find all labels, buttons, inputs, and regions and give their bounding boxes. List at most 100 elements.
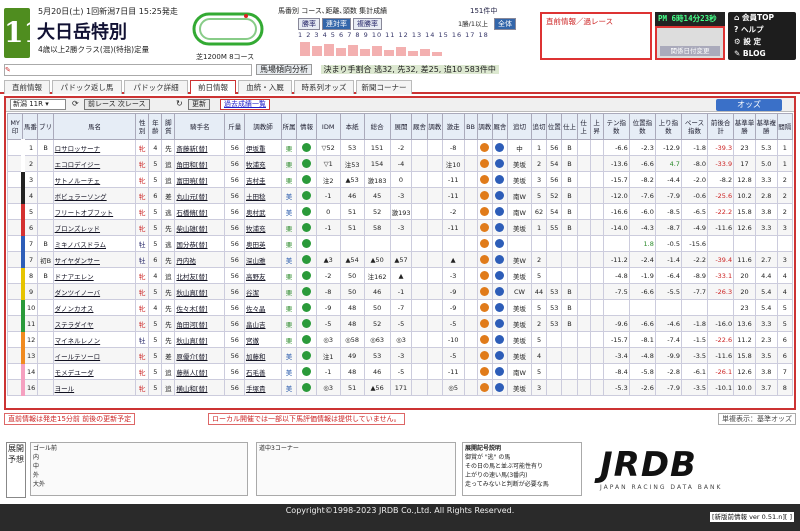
trainer-name[interactable]: 佐々晶	[243, 299, 282, 316]
tab-newspaper[interactable]: 新聞コーナー	[356, 80, 412, 94]
horse-name[interactable]: ロサロッサーナ	[52, 139, 137, 156]
info-box[interactable]: 直前情報／過レース	[540, 12, 652, 60]
my-mark-cell[interactable]	[6, 347, 24, 364]
trainer-name[interactable]: 宮徹	[243, 331, 282, 348]
table-row[interactable]: 4 ボビュラーソング牝 6 差丸山元[替] 56 土田稔美 -1 46 45 -3 -11 南W 5 52…	[6, 187, 794, 204]
table-row[interactable]: 7 B ミキノバスドラム牡 5 逃国分恭[替] 56 奥田英栗 1.8 -0.5 -15.6	[6, 235, 794, 252]
trainer-name[interactable]: 深山雅	[243, 251, 282, 268]
show-rate-button[interactable]: 複勝率	[353, 18, 382, 30]
tab-time-odds[interactable]: 時系列オッズ	[294, 80, 354, 94]
jockey-name[interactable]: 原優介[替]	[174, 347, 226, 364]
horse-name[interactable]: ダノンカオス	[52, 299, 137, 316]
table-row[interactable]: 11 ステラダイヤ牝 5 先角田河[替] 56 畠山吉栗 -5 48 52 -5 -5 美坂 2 53 B -…	[6, 315, 794, 332]
jockey-name[interactable]: 横山和[替]	[174, 379, 226, 396]
date-change-button[interactable]: 関係日付変更	[660, 46, 720, 56]
my-mark-cell[interactable]	[6, 219, 24, 236]
trainer-name[interactable]: 土田稔	[243, 187, 282, 204]
horse-name[interactable]: ステラダイヤ	[52, 315, 137, 332]
horse-name[interactable]: フリートオブフット	[52, 203, 137, 220]
my-mark-cell[interactable]	[6, 363, 24, 380]
trainer-name[interactable]: 石毛善	[243, 363, 282, 380]
tab-pedigree[interactable]: 血統・入厩	[238, 80, 292, 94]
prev-next-button[interactable]: 前レース 次レース	[84, 99, 150, 110]
table-row[interactable]: 3 サトノルーチェ牝 5 追富田暁[替] 56 吉村圭栗注2 ▲53 激183 0 -11 美坂 3 5…	[6, 171, 794, 188]
place-rate-button[interactable]: 連対率	[322, 18, 351, 30]
horse-name[interactable]: エコロデイジー	[52, 155, 137, 172]
table-row[interactable]: 5 フリートオブフット牝 5 逃石橋脩[替] 56 奥村武美 0 51 52 激193 -2 南W 62…	[6, 203, 794, 220]
my-mark-cell[interactable]	[6, 331, 24, 348]
trainer-name[interactable]: 奥田英	[243, 235, 282, 252]
horse-name[interactable]: ミキノバスドラム	[52, 235, 137, 252]
my-mark-cell[interactable]	[6, 251, 24, 268]
jockey-name[interactable]: 石橋脩[替]	[174, 203, 226, 220]
past-results-link[interactable]: 過去成績一覧	[220, 99, 270, 110]
my-mark-cell[interactable]	[6, 379, 24, 396]
horse-name[interactable]: ドナアエレン	[52, 267, 137, 284]
jockey-name[interactable]: 角田和[替]	[174, 155, 226, 172]
my-mark-cell[interactable]	[6, 283, 24, 300]
trainer-name[interactable]: 高野友	[243, 267, 282, 284]
menu-blog[interactable]: ✎ BLOG	[728, 48, 796, 60]
table-row[interactable]: 2 エコロデイジー牝 5 追角田和[替] 56 牧浦充栗 ▽1 注53 154 -4 注10 美坂 2 5…	[6, 155, 794, 172]
horse-name[interactable]: ブロンズレッド	[52, 219, 137, 236]
horse-name[interactable]: マイネルレノン	[52, 331, 137, 348]
jockey-name[interactable]: 斎藤新[替]	[174, 139, 226, 156]
menu-top[interactable]: ⌂ 会員TOP	[728, 12, 796, 24]
table-row[interactable]: 6 ブロンズレッド牝 5 先柴山雄[替] 56 牧浦充栗 -1 51 58 -3 -11 美坂 1 55 B…	[6, 219, 794, 236]
table-row[interactable]: 12 マイネルレノン牡 5 先秋山真[替] 56 宮徹栗 ◎3 ◎58 ◎63 ◎3 -10 美坂 5-…	[6, 331, 794, 348]
table-row[interactable]: 13 イールテソーロ牝 5 差原優介[替] 56 加藤和美注1 49 53 -3 -5 美坂 4 -3.…	[6, 347, 794, 364]
horse-name[interactable]: ヨール	[52, 379, 137, 396]
my-mark-cell[interactable]	[6, 203, 24, 220]
trainer-name[interactable]: 手塚貴	[243, 379, 282, 396]
jockey-name[interactable]: 秋山真[替]	[174, 331, 226, 348]
trainer-name[interactable]: 吉村圭	[243, 171, 282, 188]
my-mark-cell[interactable]	[6, 155, 24, 172]
trainer-name[interactable]: 奥村武	[243, 203, 282, 220]
jockey-name[interactable]: 柴山雄[替]	[174, 219, 226, 236]
horse-name[interactable]: イールテソーロ	[52, 347, 137, 364]
table-row[interactable]: 16 ヨール牝 5 追横山和[替] 56 手塚貴美 ◎3 51 ▲56 171 ◎5 美坂 3 -5.3-…	[6, 379, 794, 396]
horse-name[interactable]: サイヤダンサー	[52, 251, 137, 268]
jockey-name[interactable]: 北村友[替]	[174, 267, 226, 284]
memo-input[interactable]: ✎	[4, 64, 252, 76]
jockey-name[interactable]: 秋山真[替]	[174, 283, 226, 300]
odds-button[interactable]: オッズ	[716, 99, 782, 111]
table-row[interactable]: 7 初B サイヤダンサー牡 6 先丹内祐 56 深山雅美 ▲3 ▲54 ▲50 ▲57 ▲ 美W 2 -11…	[6, 251, 794, 268]
menu-help[interactable]: ? ヘルプ	[728, 24, 796, 36]
my-mark-cell[interactable]	[6, 235, 24, 252]
tab-prev-day[interactable]: 前日情報	[190, 80, 236, 94]
refresh-icon[interactable]: ⟳	[72, 99, 79, 108]
jockey-name[interactable]: 国分恭[替]	[174, 235, 226, 252]
race-select[interactable]: 新潟 11R ▾	[10, 99, 66, 110]
jockey-name[interactable]: 藤懸人[替]	[174, 363, 226, 380]
my-mark-cell[interactable]	[6, 139, 24, 156]
my-mark-cell[interactable]	[6, 267, 24, 284]
trainer-name[interactable]: 牧浦充	[243, 219, 282, 236]
tab-paddock-return[interactable]: パドック返し馬	[52, 80, 122, 94]
jockey-name[interactable]: 丹内祐	[174, 251, 226, 268]
horse-name[interactable]: サトノルーチェ	[52, 171, 137, 188]
horse-name[interactable]: モメデユーダ	[52, 363, 137, 380]
table-row[interactable]: 1 B ロサロッサーナ牝 4 先斎藤新[替] 56 伊坂重栗 ▽52 53 151 -2 -8 中 1 56…	[6, 139, 794, 156]
tab-paddock-detail[interactable]: パドック詳細	[124, 80, 188, 94]
jockey-name[interactable]: 丸山元[替]	[174, 187, 226, 204]
win-rate-button[interactable]: 勝率	[298, 18, 320, 30]
table-row[interactable]: 8 B ドナアエレン牝 4 追北村友[替] 56 高野友栗 -2 50 注162 ▲ -3 美坂 5 -4.…	[6, 267, 794, 284]
trainer-name[interactable]: 牧浦充	[243, 155, 282, 172]
update-button[interactable]: 更新	[188, 99, 210, 110]
table-row[interactable]: 10 ダノンカオス牝 4 先佐々木[替] 56 佐々晶栗 -9 48 50 -7 -9 美坂 5 53 B 2…	[6, 299, 794, 316]
table-row[interactable]: 14 モメデユーダ牝 5 追藤懸人[替] 56 石毛善美 -1 48 46 -5 -11 南W 5 -8.…	[6, 363, 794, 380]
reload-icon[interactable]: ↻	[176, 99, 183, 108]
my-mark-cell[interactable]	[6, 315, 24, 332]
horse-name[interactable]: ダンツイノーバ	[52, 283, 137, 300]
horse-name[interactable]: ボビュラーソング	[52, 187, 137, 204]
trainer-name[interactable]: 加藤和	[243, 347, 282, 364]
jockey-name[interactable]: 佐々木[替]	[174, 299, 226, 316]
jockey-name[interactable]: 角田河[替]	[174, 315, 226, 332]
all-button[interactable]: 全体	[494, 18, 516, 30]
tab-latest[interactable]: 直前情報	[4, 80, 50, 94]
jockey-name[interactable]: 富田暁[替]	[174, 171, 226, 188]
table-row[interactable]: 9 ダンツイノーバ牝 5 先秋山真[替] 56 谷潔栗 -8 50 46 -1 -9 CW 44 53 B -…	[6, 283, 794, 300]
trainer-name[interactable]: 畠山吉	[243, 315, 282, 332]
trainer-name[interactable]: 谷潔	[243, 283, 282, 300]
